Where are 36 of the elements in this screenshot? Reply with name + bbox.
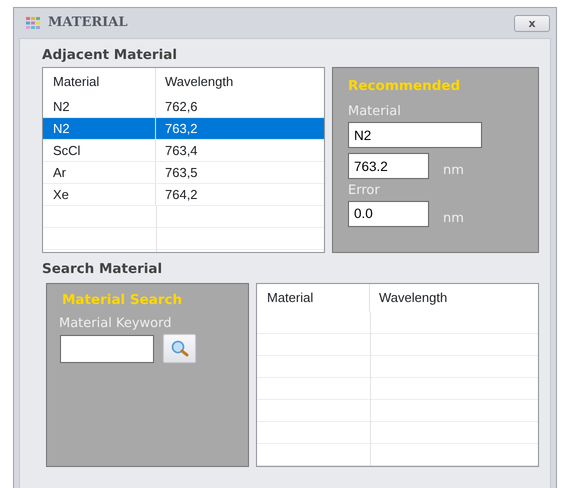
table-row[interactable]: ScCl 763,4 xyxy=(43,140,324,162)
section-heading: Adjacent Material xyxy=(42,46,178,65)
material-cell-text: N2 xyxy=(53,120,70,138)
unit-label: nm xyxy=(443,210,464,228)
material-cell-text: ScCl xyxy=(53,142,80,160)
keyword-field[interactable] xyxy=(60,334,154,362)
column-header: Material xyxy=(267,289,314,308)
column-header: Material xyxy=(53,73,100,92)
table-row[interactable]: Ar 763,5 xyxy=(43,162,324,184)
wavelength-field[interactable]: 763.2 xyxy=(348,153,429,179)
wavelength-cell-text: 764,2 xyxy=(165,186,198,204)
field-label: Error xyxy=(348,182,381,200)
wavelength-cell-text: 762,6 xyxy=(165,98,198,116)
search-icon xyxy=(170,340,190,358)
close-button[interactable]: x xyxy=(514,14,550,32)
wavelength-cell-text: 763,4 xyxy=(165,142,198,160)
unit-label: nm xyxy=(443,162,464,180)
panel-title: Material Search xyxy=(62,291,184,310)
window-title: MATERIAL xyxy=(48,14,128,32)
error-field[interactable]: 0.0 xyxy=(348,200,429,226)
column-header: Wavelength xyxy=(379,289,448,308)
panel-title: Recommended xyxy=(348,77,462,96)
material-cell-text: Ar xyxy=(53,164,66,182)
section-heading: Search Material xyxy=(42,260,164,279)
column-header: Wavelength xyxy=(165,73,234,92)
wavelength-cell-text: 763,2 xyxy=(165,120,198,138)
wavelength-cell-text: 763,5 xyxy=(165,164,198,182)
app-icon xyxy=(26,17,40,29)
material-cell-text: N2 xyxy=(53,98,70,116)
field-label: Material Keyword xyxy=(59,315,172,333)
search-button[interactable] xyxy=(163,334,196,363)
material-cell-text: Xe xyxy=(53,186,69,204)
field-label: Material xyxy=(348,103,402,121)
material-field[interactable]: N2 xyxy=(348,122,482,148)
table-row[interactable]: Xe 764,2 xyxy=(43,184,324,206)
table-row[interactable]: N2 763,2 xyxy=(43,118,324,140)
